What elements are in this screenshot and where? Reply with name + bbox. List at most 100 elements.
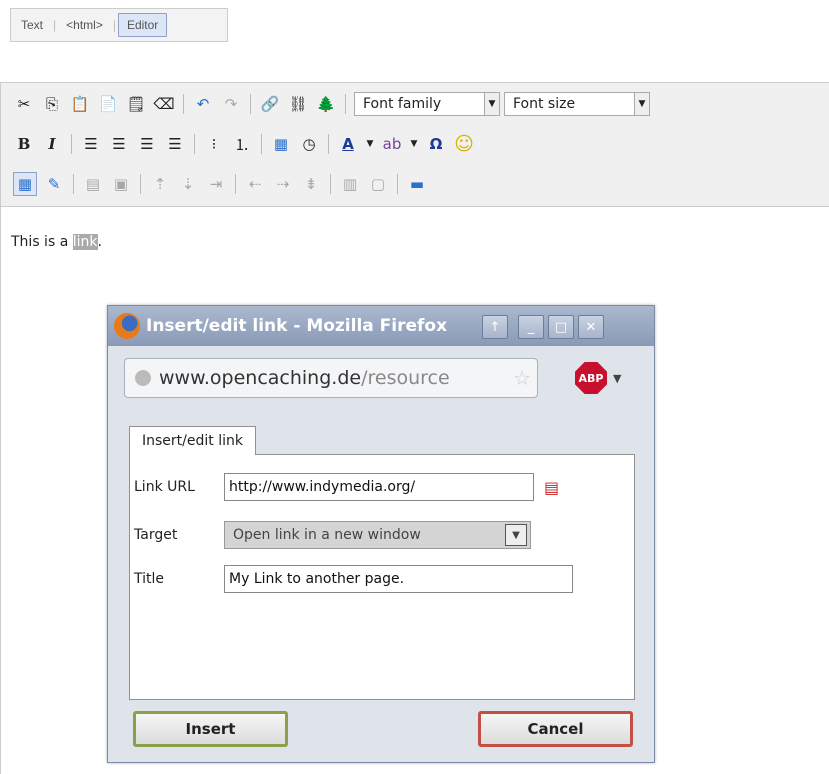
link-url-input[interactable]: http://www.indymedia.org/ xyxy=(224,473,534,501)
chevron-down-icon[interactable]: ▼ xyxy=(613,372,621,385)
smiley-icon[interactable]: ☺ xyxy=(453,133,475,155)
table-icon[interactable]: ▦ xyxy=(13,172,37,196)
title-input[interactable]: My Link to another page. xyxy=(224,565,573,593)
chevron-down-icon[interactable]: ▼ xyxy=(409,133,419,155)
cell-props-icon[interactable]: ▣ xyxy=(110,173,132,195)
insert-row-before-icon[interactable]: ⇡ xyxy=(149,173,171,195)
paste-icon[interactable]: 📋 xyxy=(69,93,91,115)
bullet-list-icon[interactable]: ⁝ xyxy=(203,133,225,155)
link-url-row: Link URL http://www.indymedia.org/ ▤ xyxy=(134,473,559,501)
target-label: Target xyxy=(134,527,178,543)
insert-date-icon[interactable]: ▦ xyxy=(270,133,292,155)
link-url-label: Link URL xyxy=(134,479,195,495)
window-title: Insert/edit link - Mozilla Firefox xyxy=(146,316,448,336)
cancel-button[interactable]: Cancel xyxy=(478,711,633,747)
undo-icon[interactable]: ↶ xyxy=(192,93,214,115)
image-icon[interactable]: 🌲 xyxy=(315,93,337,115)
toolbar-separator xyxy=(330,174,331,194)
toolbar-separator xyxy=(345,94,346,114)
browse-list-icon[interactable]: ▤ xyxy=(544,478,559,497)
target-row: Target Open link in a new window ▼ xyxy=(134,521,531,549)
target-value: Open link in a new window xyxy=(233,527,421,543)
mode-tabs: Text | <html> | Editor xyxy=(10,8,228,42)
align-center-icon[interactable]: ☰ xyxy=(108,133,130,155)
insert-time-icon[interactable]: ◷ xyxy=(298,133,320,155)
font-size-select[interactable]: Font size ▼ xyxy=(504,92,650,116)
font-family-label: Font family xyxy=(363,96,442,112)
bold-button[interactable]: B xyxy=(13,133,35,155)
special-char-icon[interactable]: Ω xyxy=(425,133,447,155)
editor-toolbar: ✂ ⎘ 📋 📄 🗒 ⌫ ↶ ↷ 🔗 ⛓ 🌲 Font family ▼ Font… xyxy=(1,82,829,207)
toolbar-separator xyxy=(71,134,72,154)
mode-separator: | xyxy=(112,18,116,32)
url-bar[interactable]: www.opencaching.de/resource ☆ xyxy=(124,358,538,398)
toolbar-row-2: B I ☰ ☰ ☰ ☰ ⁝ ⒈ ▦ ◷ A ▼ ab ▼ Ω ☺ xyxy=(13,129,481,159)
url-path: /resource xyxy=(361,367,450,389)
redo-icon[interactable]: ↷ xyxy=(220,93,242,115)
italic-button[interactable]: I xyxy=(41,133,63,155)
globe-icon xyxy=(135,370,151,386)
toolbar-separator xyxy=(140,174,141,194)
firefox-icon xyxy=(114,313,140,339)
paste-word-icon[interactable]: 📄 xyxy=(97,93,119,115)
mode-html-tab[interactable]: <html> xyxy=(56,18,113,32)
window-titlebar[interactable]: Insert/edit link - Mozilla Firefox ↑ _ □… xyxy=(108,306,654,346)
toolbar-separator xyxy=(183,94,184,114)
toolbar-row-1: ✂ ⎘ 📋 📄 🗒 ⌫ ↶ ↷ 🔗 ⛓ 🌲 Font family ▼ Font… xyxy=(13,89,654,119)
copy-icon[interactable]: ⎘ xyxy=(41,93,63,115)
toolbar-separator xyxy=(397,174,398,194)
align-left-icon[interactable]: ☰ xyxy=(80,133,102,155)
delete-row-icon[interactable]: ⇥ xyxy=(205,173,227,195)
row-props-icon[interactable]: ▤ xyxy=(82,173,104,195)
toolbar-separator xyxy=(235,174,236,194)
font-size-label: Font size xyxy=(513,96,576,112)
title-label: Title xyxy=(134,571,165,587)
url-host: www.opencaching.de xyxy=(159,367,362,389)
insert-link-dialog: Insert/edit link - Mozilla Firefox ↑ _ □… xyxy=(107,305,655,763)
chevron-down-icon: ▼ xyxy=(634,93,649,115)
toolbar-separator xyxy=(194,134,195,154)
insert-row-after-icon[interactable]: ⇣ xyxy=(177,173,199,195)
toolbar-separator xyxy=(250,94,251,114)
eraser-icon[interactable]: ⌫ xyxy=(153,93,175,115)
align-right-icon[interactable]: ☰ xyxy=(136,133,158,155)
toolbar-row-3: ▦ ✎ ▤ ▣ ⇡ ⇣ ⇥ ⇠ ⇢ ⇟ ▥ ▢ ▬ xyxy=(13,169,434,199)
highlight-color-icon[interactable]: ab xyxy=(381,133,403,155)
selected-link-text[interactable]: link xyxy=(72,234,98,250)
minimize-button[interactable]: _ xyxy=(518,315,544,339)
move-up-icon[interactable]: ↑ xyxy=(482,315,508,339)
delete-col-icon[interactable]: ⇟ xyxy=(300,173,322,195)
maximize-button[interactable]: □ xyxy=(548,315,574,339)
chevron-down-icon: ▼ xyxy=(484,93,499,115)
font-family-select[interactable]: Font family ▼ xyxy=(354,92,500,116)
close-button[interactable]: ✕ xyxy=(578,315,604,339)
editor-content[interactable]: This is a link. xyxy=(11,234,102,250)
toolbar-separator xyxy=(73,174,74,194)
insert-button[interactable]: Insert xyxy=(133,711,288,747)
split-cells-icon[interactable]: ▥ xyxy=(339,173,361,195)
adblock-plus-icon[interactable]: ABP xyxy=(575,362,607,394)
chevron-down-icon: ▼ xyxy=(505,524,527,546)
numbered-list-icon[interactable]: ⒈ xyxy=(231,133,253,155)
title-row: Title My Link to another page. xyxy=(134,565,573,593)
mode-text-tab[interactable]: Text xyxy=(11,18,53,32)
chevron-down-icon[interactable]: ▼ xyxy=(365,133,375,155)
bookmark-star-icon[interactable]: ☆ xyxy=(513,366,531,390)
unlink-icon[interactable]: ⛓ xyxy=(287,93,309,115)
link-icon[interactable]: 🔗 xyxy=(259,93,281,115)
merge-cells-icon[interactable]: ▢ xyxy=(367,173,389,195)
text-color-icon[interactable]: A xyxy=(337,133,359,155)
insert-col-after-icon[interactable]: ⇢ xyxy=(272,173,294,195)
target-select[interactable]: Open link in a new window ▼ xyxy=(224,521,531,549)
mode-editor-tab[interactable]: Editor xyxy=(117,13,168,37)
insert-col-before-icon[interactable]: ⇠ xyxy=(244,173,266,195)
horizontal-rule-icon[interactable]: ▬ xyxy=(406,173,428,195)
tab-insert-edit-link[interactable]: Insert/edit link xyxy=(129,426,256,455)
align-justify-icon[interactable]: ☰ xyxy=(164,133,186,155)
edit-icon[interactable]: ✎ xyxy=(43,173,65,195)
paste-text-icon[interactable]: 🗒 xyxy=(125,93,147,115)
content-text: . xyxy=(97,234,102,250)
toolbar-separator xyxy=(328,134,329,154)
content-text: This is a xyxy=(11,234,73,250)
cut-icon[interactable]: ✂ xyxy=(13,93,35,115)
